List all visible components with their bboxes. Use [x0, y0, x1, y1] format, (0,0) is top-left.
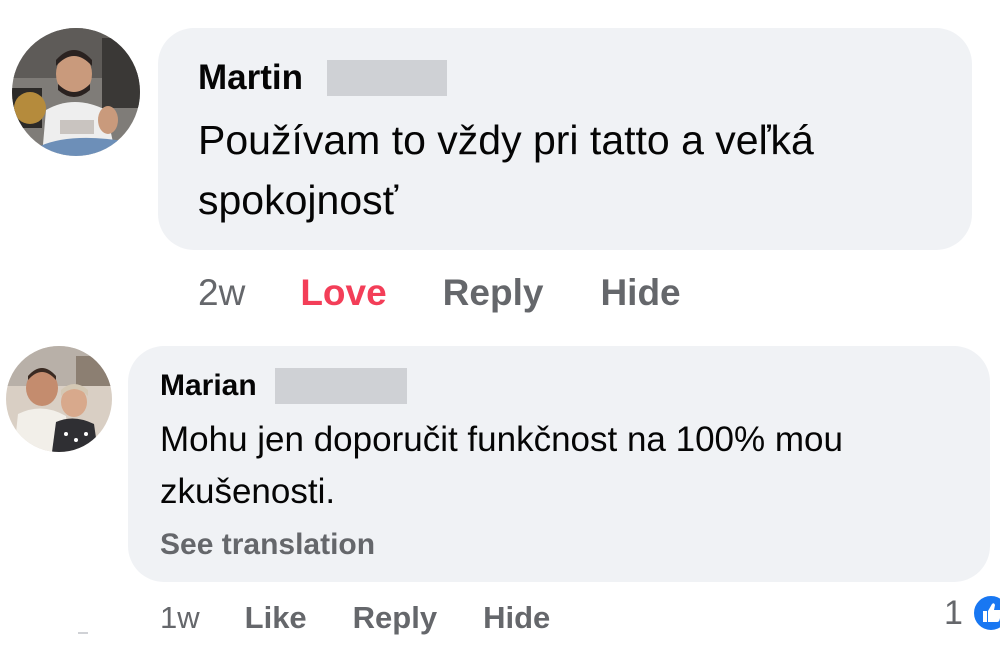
see-translation-link[interactable]: See translation: [160, 528, 375, 562]
avatar-photo-icon: [12, 28, 140, 156]
reply-button-marian[interactable]: Reply: [353, 600, 437, 636]
avatar-photo-icon: [6, 346, 112, 452]
like-button-marian[interactable]: Like: [245, 600, 307, 636]
reply-button-martin[interactable]: Reply: [443, 272, 544, 314]
thumbs-up-icon[interactable]: [972, 594, 1000, 632]
redacted-surname: [327, 60, 447, 96]
hide-button-marian[interactable]: Hide: [483, 600, 550, 636]
comment-martin: Martin Používam to vždy pri tatto a veľk…: [0, 0, 1000, 330]
love-reaction-button[interactable]: Love: [300, 272, 386, 314]
avatar-martin[interactable]: [12, 28, 140, 156]
avatar-marian[interactable]: [6, 346, 112, 452]
timestamp-martin[interactable]: 2w: [198, 272, 245, 314]
redacted-surname: [274, 368, 407, 404]
divider: [78, 632, 88, 634]
comment-actions-martin: 2w Love Reply Hide: [198, 270, 681, 316]
timestamp-marian[interactable]: 1w: [160, 600, 200, 636]
author-name-marian[interactable]: Marian: [160, 369, 257, 403]
hide-button-martin[interactable]: Hide: [600, 272, 680, 314]
comment-text-marian: Mohu jen doporučit funkčnost na 100% mou…: [160, 420, 843, 511]
reaction-count[interactable]: 1: [944, 594, 963, 633]
author-name-martin[interactable]: Martin: [198, 58, 303, 98]
comment-text-martin: Používam to vždy pri tatto a veľká spoko…: [198, 117, 814, 223]
author-row-marian: Marian: [160, 368, 407, 404]
author-row-martin: Martin: [198, 58, 447, 98]
comment-marian: Marian Mohu jen doporučit funkčnost na 1…: [0, 330, 1000, 650]
comment-actions-marian: 1w Like Reply Hide: [160, 598, 550, 638]
